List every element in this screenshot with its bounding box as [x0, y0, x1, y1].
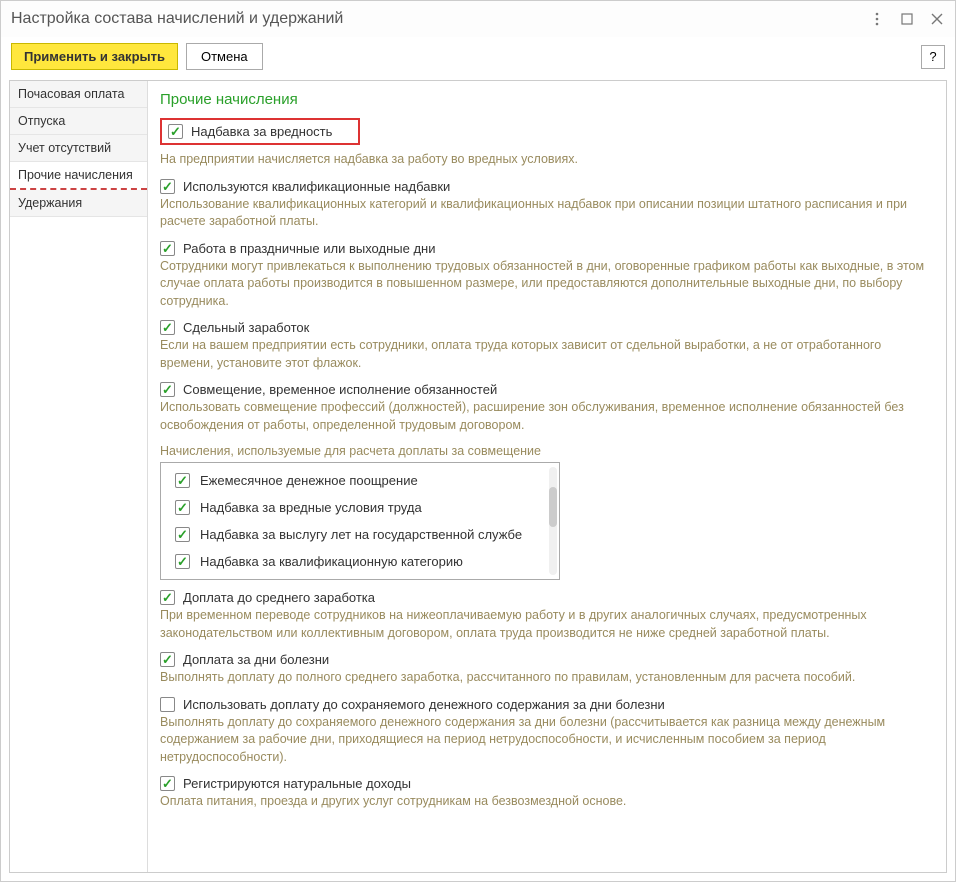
qualification-checkbox[interactable]	[160, 179, 175, 194]
sick-row: Доплата за дни болезни	[160, 652, 934, 667]
combine-checkbox[interactable]	[160, 382, 175, 397]
listbox-scrollbar[interactable]	[549, 467, 557, 575]
hazard-bonus-row: Надбавка за вредность	[160, 118, 360, 145]
settings-window: Настройка состава начислений и удержаний…	[0, 0, 956, 882]
sidebar-item-deductions[interactable]: Удержания	[10, 190, 147, 217]
natural-desc: Оплата питания, проезда и других услуг с…	[160, 793, 934, 811]
list-item[interactable]: Надбавка за вредные условия труда	[161, 494, 559, 521]
sick-checkbox[interactable]	[160, 652, 175, 667]
combine-label: Совмещение, временное исполнение обязанн…	[183, 382, 497, 397]
sick-keep-desc: Выполнять доплату до сохраняемого денежн…	[160, 714, 934, 767]
scroll-thumb[interactable]	[549, 487, 557, 527]
qualification-desc: Использование квалификационных категорий…	[160, 196, 934, 231]
kebab-icon[interactable]	[869, 11, 885, 27]
cancel-button[interactable]: Отмена	[186, 43, 263, 70]
sidebar-item-hourly[interactable]: Почасовая оплата	[10, 81, 147, 108]
natural-label: Регистрируются натуральные доходы	[183, 776, 411, 791]
piecework-checkbox[interactable]	[160, 320, 175, 335]
avg-row: Доплата до среднего заработка	[160, 590, 934, 605]
combine-desc: Использовать совмещение профессий (должн…	[160, 399, 934, 434]
sick-label: Доплата за дни болезни	[183, 652, 329, 667]
qualification-row: Используются квалификационные надбавки	[160, 179, 934, 194]
sidebar: Почасовая оплата Отпуска Учет отсутствий…	[10, 81, 148, 872]
list-item-label: Надбавка за выслугу лет на государственн…	[200, 527, 522, 542]
holiday-checkbox[interactable]	[160, 241, 175, 256]
piecework-row: Сдельный заработок	[160, 320, 934, 335]
close-icon[interactable]	[929, 11, 945, 27]
hazard-checkbox[interactable]	[168, 124, 183, 139]
list-item[interactable]: Надбавка за выслугу лет на государственн…	[161, 521, 559, 548]
apply-close-button[interactable]: Применить и закрыть	[11, 43, 178, 70]
list-item[interactable]: Надбавка за квалификационную категорию	[161, 548, 559, 575]
window-controls	[869, 11, 945, 27]
qualification-label: Используются квалификационные надбавки	[183, 179, 450, 194]
listbox-inner: Ежемесячное денежное поощрение Надбавка …	[161, 463, 559, 579]
toolbar: Применить и закрыть Отмена ?	[1, 37, 955, 80]
combine-listbox[interactable]: Ежемесячное денежное поощрение Надбавка …	[160, 462, 560, 580]
help-button[interactable]: ?	[921, 45, 945, 69]
avg-checkbox[interactable]	[160, 590, 175, 605]
sidebar-item-vacations[interactable]: Отпуска	[10, 108, 147, 135]
combine-row: Совмещение, временное исполнение обязанн…	[160, 382, 934, 397]
content-panel: Прочие начисления Надбавка за вредность …	[148, 81, 946, 872]
titlebar: Настройка состава начислений и удержаний	[1, 1, 955, 37]
combine-subhead: Начисления, используемые для расчета доп…	[160, 444, 934, 458]
list-checkbox[interactable]	[175, 473, 190, 488]
list-checkbox[interactable]	[175, 554, 190, 569]
list-item[interactable]: Ежемесячное денежное поощрение	[161, 467, 559, 494]
maximize-icon[interactable]	[899, 11, 915, 27]
avg-desc: При временном переводе сотрудников на ни…	[160, 607, 934, 642]
natural-checkbox[interactable]	[160, 776, 175, 791]
sidebar-item-absence[interactable]: Учет отсутствий	[10, 135, 147, 162]
list-checkbox[interactable]	[175, 527, 190, 542]
piecework-label: Сдельный заработок	[183, 320, 309, 335]
holiday-row: Работа в праздничные или выходные дни	[160, 241, 934, 256]
section-title: Прочие начисления	[160, 91, 934, 108]
avg-label: Доплата до среднего заработка	[183, 590, 375, 605]
list-item-label: Ежемесячное денежное поощрение	[200, 473, 418, 488]
hazard-desc: На предприятии начисляется надбавка за р…	[160, 151, 934, 169]
holiday-desc: Сотрудники могут привлекаться к выполнен…	[160, 258, 934, 311]
list-checkbox[interactable]	[175, 500, 190, 515]
holiday-label: Работа в праздничные или выходные дни	[183, 241, 435, 256]
natural-row: Регистрируются натуральные доходы	[160, 776, 934, 791]
sick-keep-label: Использовать доплату до сохраняемого ден…	[183, 697, 665, 712]
main-body: Почасовая оплата Отпуска Учет отсутствий…	[9, 80, 947, 873]
piecework-desc: Если на вашем предприятии есть сотрудник…	[160, 337, 934, 372]
hazard-label: Надбавка за вредность	[191, 124, 332, 139]
sick-keep-checkbox[interactable]	[160, 697, 175, 712]
window-title: Настройка состава начислений и удержаний	[11, 10, 869, 28]
list-item-label: Надбавка за квалификационную категорию	[200, 554, 463, 569]
list-item-label: Надбавка за вредные условия труда	[200, 500, 422, 515]
sidebar-item-other[interactable]: Прочие начисления	[10, 162, 147, 190]
sick-desc: Выполнять доплату до полного среднего за…	[160, 669, 934, 687]
sick-keep-row: Использовать доплату до сохраняемого ден…	[160, 697, 934, 712]
